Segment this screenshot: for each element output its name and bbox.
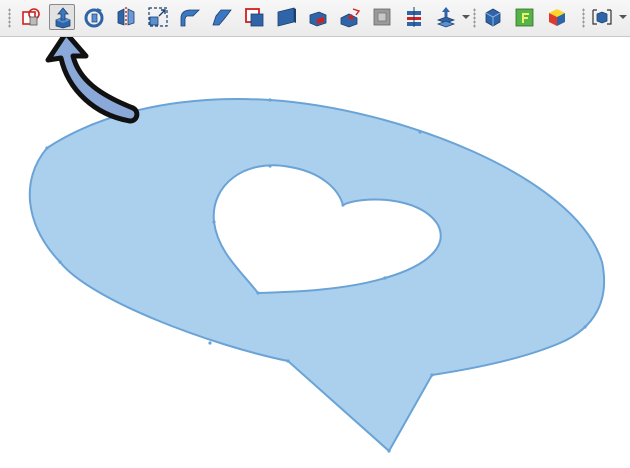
speech-bubble-sketch[interactable] <box>28 98 606 453</box>
extrude-icon <box>55 7 71 29</box>
project-dropdown-icon[interactable] <box>462 15 470 19</box>
offset-icon <box>245 8 264 27</box>
view-icon <box>592 9 612 25</box>
solid-button[interactable] <box>480 4 506 30</box>
sketch-button[interactable] <box>18 4 44 30</box>
section-button[interactable] <box>401 4 427 30</box>
extrude-button[interactable] <box>49 4 75 30</box>
chamfer-button[interactable] <box>209 4 235 30</box>
scale-button[interactable] <box>145 4 171 30</box>
toolbar <box>0 0 630 37</box>
revolve-button[interactable] <box>81 4 107 30</box>
project-icon <box>436 7 456 28</box>
thickness-icon <box>277 7 296 27</box>
toolbar-grip[interactable] <box>582 8 585 28</box>
view-dropdown-icon[interactable] <box>619 15 627 19</box>
mirror-icon <box>117 7 135 27</box>
color-cube-button[interactable] <box>544 4 570 30</box>
cut-icon <box>340 8 361 28</box>
solid-icon <box>485 8 501 27</box>
draft-button[interactable] <box>305 4 331 30</box>
cut-button[interactable] <box>337 4 363 30</box>
toolbar-grip[interactable] <box>473 8 476 28</box>
sketch-icon <box>22 8 40 26</box>
mirror-button[interactable] <box>113 4 139 30</box>
scale-icon <box>148 7 168 27</box>
toolbar-grip[interactable] <box>8 8 11 28</box>
viewport-canvas[interactable] <box>0 37 630 468</box>
color-cube-icon <box>549 9 565 26</box>
hollow-button[interactable] <box>369 4 395 30</box>
thickness-button[interactable] <box>273 4 299 30</box>
face-icon <box>515 8 534 27</box>
face-button[interactable] <box>512 4 538 30</box>
draft-icon <box>309 11 327 27</box>
offset-button[interactable] <box>241 4 267 30</box>
project-button[interactable] <box>433 4 459 30</box>
view-button[interactable] <box>589 4 615 30</box>
fillet-icon <box>180 9 200 27</box>
chamfer-icon <box>212 9 232 26</box>
revolve-icon <box>84 8 104 28</box>
curved-arrow-pointer <box>45 37 140 124</box>
section-icon <box>407 7 421 27</box>
3d-viewport[interactable] <box>0 37 630 468</box>
fillet-button[interactable] <box>177 4 203 30</box>
hollow-icon <box>373 8 391 26</box>
